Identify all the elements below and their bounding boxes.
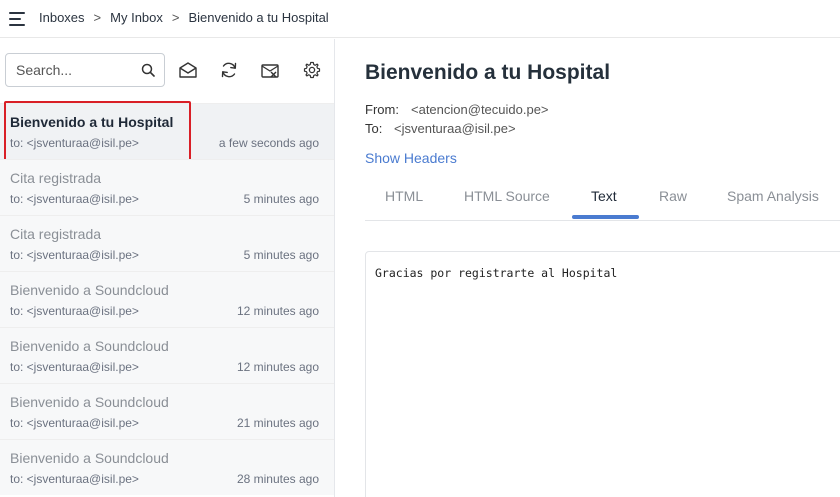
email-body-container: Gracias por registrarte al Hospital: [365, 251, 840, 497]
hamburger-menu-icon[interactable]: [9, 12, 25, 26]
message-item[interactable]: Bienvenido a Soundcloud to: <jsventuraa@…: [0, 439, 334, 495]
message-time: 5 minutes ago: [243, 248, 319, 262]
breadcrumb-separator: >: [93, 10, 102, 25]
active-tab-indicator: [572, 215, 639, 219]
breadcrumb-my-inbox[interactable]: My Inbox: [110, 10, 163, 25]
search-box[interactable]: [5, 53, 165, 87]
message-item[interactable]: Cita registrada to: <jsventuraa@isil.pe>…: [0, 159, 334, 215]
inbox-clear-icon[interactable]: [260, 60, 280, 80]
breadcrumb: Inboxes > My Inbox > Bienvenido a tu Hos…: [39, 10, 329, 25]
list-toolbar: [0, 39, 335, 103]
message-subject: Cita registrada: [10, 226, 102, 242]
message-item[interactable]: Bienvenido a Soundcloud to: <jsventuraa@…: [0, 271, 334, 327]
message-time: a few seconds ago: [218, 136, 319, 150]
message-recipient: to: <jsventuraa@isil.pe>: [10, 136, 139, 150]
email-subject-title: Bienvenido a tu Hospital: [365, 61, 611, 84]
message-time: 12 minutes ago: [236, 304, 319, 318]
search-input[interactable]: [16, 61, 134, 79]
to-address: <jsventuraa@isil.pe>: [394, 121, 516, 136]
refresh-icon[interactable]: [219, 60, 239, 80]
breadcrumb-inboxes[interactable]: Inboxes: [39, 10, 85, 25]
message-subject: Bienvenido a Soundcloud: [10, 338, 169, 354]
tab-html[interactable]: HTML: [385, 188, 423, 204]
to-label: To:: [365, 121, 383, 136]
message-recipient: to: <jsventuraa@isil.pe>: [10, 360, 139, 374]
view-tabs: HTML HTML Source Text Raw Spam Analysis: [365, 179, 840, 221]
message-recipient: to: <jsventuraa@isil.pe>: [10, 416, 139, 430]
message-time: 21 minutes ago: [236, 416, 319, 430]
tab-spam-analysis[interactable]: Spam Analysis: [727, 188, 819, 204]
message-recipient: to: <jsventuraa@isil.pe>: [10, 472, 139, 486]
tab-raw[interactable]: Raw: [659, 188, 687, 204]
message-time: 12 minutes ago: [236, 360, 319, 374]
message-time: 28 minutes ago: [236, 472, 319, 486]
tab-html-source[interactable]: HTML Source: [464, 188, 550, 204]
message-subject: Bienvenido a Soundcloud: [10, 394, 169, 410]
message-subject: Cita registrada: [10, 170, 102, 186]
breadcrumb-current: Bienvenido a tu Hospital: [188, 10, 329, 25]
message-item[interactable]: Bienvenido a tu Hospital to: <jsventuraa…: [0, 101, 334, 165]
gear-icon[interactable]: [302, 60, 322, 80]
top-bar: Inboxes > My Inbox > Bienvenido a tu Hos…: [0, 0, 840, 38]
message-recipient: to: <jsventuraa@isil.pe>: [10, 304, 139, 318]
search-icon[interactable]: [141, 63, 155, 77]
message-subject: Bienvenido a tu Hospital: [10, 114, 174, 130]
from-address: <atencion@tecuido.pe>: [411, 102, 549, 117]
message-subject: Bienvenido a Soundcloud: [10, 282, 169, 298]
tab-text[interactable]: Text: [591, 188, 617, 204]
from-label: From:: [365, 102, 399, 117]
message-item[interactable]: Bienvenido a Soundcloud to: <jsventuraa@…: [0, 327, 334, 383]
message-subject: Bienvenido a Soundcloud: [10, 450, 169, 466]
selection-highlight-box: [4, 101, 191, 165]
message-recipient: to: <jsventuraa@isil.pe>: [10, 192, 139, 206]
email-body-text: Gracias por registrarte al Hospital: [375, 266, 618, 280]
message-list-pane: Bienvenido a tu Hospital to: <jsventuraa…: [0, 39, 335, 497]
message-time: 5 minutes ago: [243, 192, 319, 206]
message-recipient: to: <jsventuraa@isil.pe>: [10, 248, 139, 262]
show-headers-link[interactable]: Show Headers: [365, 150, 457, 166]
breadcrumb-separator: >: [171, 10, 180, 25]
message-view-pane: Bienvenido a tu Hospital From: <atencion…: [336, 39, 840, 497]
message-item[interactable]: Cita registrada to: <jsventuraa@isil.pe>…: [0, 215, 334, 271]
message-item[interactable]: Bienvenido a Soundcloud to: <jsventuraa@…: [0, 383, 334, 439]
envelope-open-icon[interactable]: [178, 60, 198, 80]
